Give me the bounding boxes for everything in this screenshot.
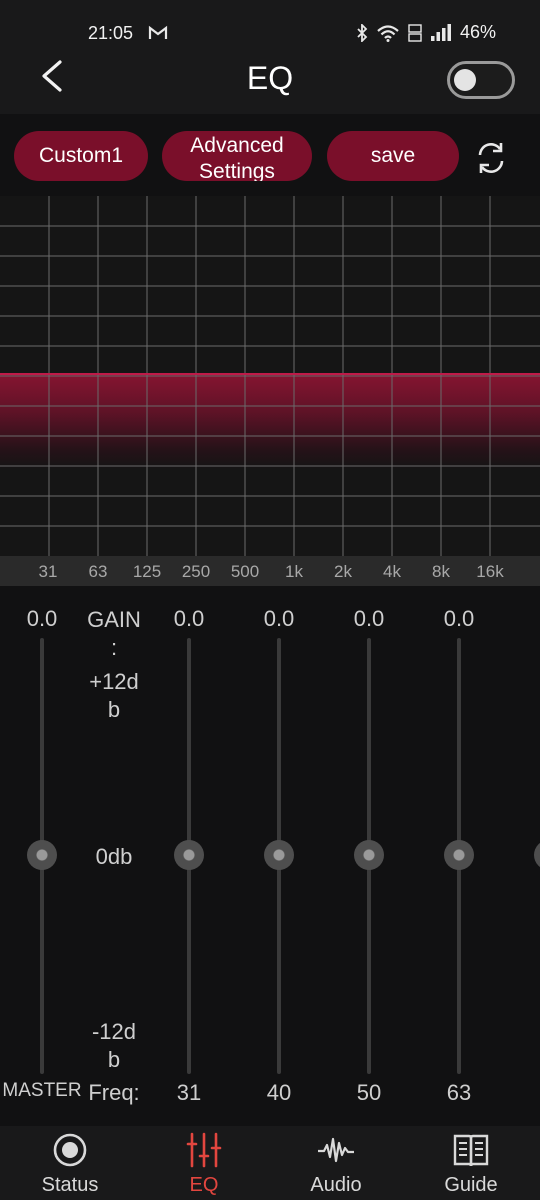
- nav-status-label: Status: [41, 1174, 99, 1196]
- master-gain-value: 0.0: [26, 606, 58, 631]
- band-slider-thumb[interactable]: [174, 840, 204, 870]
- freq-axis-label: 125: [132, 562, 162, 581]
- save-button[interactable]: save: [327, 131, 459, 181]
- band-slider-column: 0 8: [509, 586, 540, 1126]
- gain-scale-title: GAIN :: [87, 607, 141, 660]
- status-icon: [53, 1133, 87, 1167]
- band-gain-value: 0.0: [353, 606, 385, 631]
- freq-axis-label: 500: [230, 562, 260, 581]
- band-frequency: 40: [266, 1080, 292, 1105]
- frequency-axis: 31 63 125 250 500 1k 2k 4k 8k 16k: [0, 556, 540, 586]
- preset-toolbar: Custom1 Advanced Settings save: [0, 114, 540, 196]
- freq-axis-label: 2k: [334, 562, 352, 581]
- audio-waveform-icon: [318, 1137, 354, 1163]
- battery-percent: 46%: [459, 22, 496, 42]
- band-gain-value: 0.0: [443, 606, 475, 631]
- nav-audio[interactable]: Audio: [281, 1126, 391, 1200]
- freq-row-title: Freq:: [88, 1080, 140, 1105]
- graph-grid: [0, 196, 540, 556]
- gain-scale-max: +12d b: [89, 669, 139, 722]
- band-slider-column: 0.0 63: [419, 586, 499, 1126]
- master-label: MASTER: [2, 1080, 82, 1101]
- status-bar: 21:05 46%: [0, 0, 540, 60]
- band-slider-column: 0.0 50: [329, 586, 409, 1126]
- freq-axis-label: 16k: [476, 562, 504, 581]
- bottom-navigation: Status EQ Audio Guide: [0, 1126, 540, 1200]
- band-slider-thumb[interactable]: [264, 840, 294, 870]
- gain-scale-zero: 0db: [95, 844, 133, 869]
- freq-axis-label: 250: [181, 562, 211, 581]
- nav-eq-label: EQ: [189, 1174, 219, 1196]
- nav-eq[interactable]: EQ: [149, 1126, 259, 1200]
- eq-icon: [186, 1132, 222, 1168]
- eq-enable-toggle[interactable]: [447, 61, 515, 99]
- wifi-icon: [377, 24, 399, 42]
- reset-refresh-icon[interactable]: [472, 139, 510, 177]
- band-slider-thumb[interactable]: [444, 840, 474, 870]
- status-icons: 46%: [356, 22, 496, 43]
- volte-icon: [408, 23, 422, 42]
- band-slider-thumb[interactable]: [354, 840, 384, 870]
- freq-axis-label: 1k: [285, 562, 303, 581]
- cell-signal-icon: [430, 23, 451, 41]
- band-sliders: 0.0 MASTER GAIN : +12d b 0db -12d b Freq…: [0, 586, 540, 1126]
- nav-guide-label: Guide: [444, 1174, 498, 1196]
- band-slider-column: 0.0 31: [149, 586, 229, 1126]
- nav-guide[interactable]: Guide: [416, 1126, 526, 1200]
- band-frequency: 8: [509, 1080, 540, 1106]
- app-header: EQ: [0, 60, 540, 114]
- band-gain-value: 0.0: [263, 606, 295, 631]
- freq-axis-label: 63: [88, 562, 108, 581]
- band-frequency: 31: [176, 1080, 202, 1105]
- advanced-settings-button[interactable]: Advanced Settings: [162, 131, 312, 181]
- band-gain-value: 0: [509, 606, 540, 632]
- eq-response-graph: [0, 196, 540, 556]
- nav-audio-label: Audio: [310, 1174, 362, 1196]
- bluetooth-icon: [357, 23, 368, 42]
- freq-axis-label: 8k: [432, 562, 450, 581]
- band-frequency: 50: [356, 1080, 382, 1105]
- master-slider-thumb[interactable]: [27, 840, 57, 870]
- guide-book-icon: [453, 1134, 489, 1167]
- toggle-knob: [454, 69, 476, 91]
- band-slider-column: 0.0 40: [239, 586, 319, 1126]
- band-gain-value: 0.0: [173, 606, 205, 631]
- freq-axis-label: 4k: [383, 562, 401, 581]
- nav-status[interactable]: Status: [15, 1126, 125, 1200]
- band-slider-thumb[interactable]: [534, 840, 540, 870]
- master-slider-column: 0.0 MASTER: [2, 586, 82, 1126]
- advanced-settings-label-line1: Advanced: [190, 134, 284, 157]
- advanced-settings-label-line2: Settings: [199, 160, 275, 181]
- status-time: 21:05: [88, 23, 134, 43]
- mail-notification-icon: [148, 25, 168, 39]
- band-frequency: 63: [446, 1080, 472, 1105]
- freq-axis-label: 31: [38, 562, 58, 581]
- preset-select-button[interactable]: Custom1: [14, 131, 148, 181]
- gain-scale-min: -12d b: [91, 1019, 137, 1072]
